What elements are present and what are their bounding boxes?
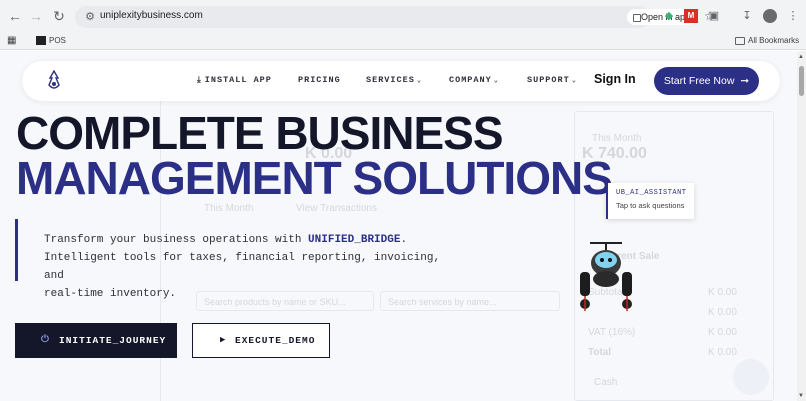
unified-bridge-highlight: UNIFIED_BRIDGE [308, 234, 401, 246]
scroll-down-icon[interactable]: ▼ [798, 393, 804, 399]
nav-support[interactable]: SUPPORT ⌄ [527, 75, 577, 85]
scroll-up-icon[interactable]: ▲ [798, 54, 804, 60]
profile-avatar[interactable] [763, 9, 777, 23]
nav-pricing[interactable]: PRICING [298, 75, 341, 85]
chevron-down-icon: ⌄ [416, 77, 423, 85]
sign-in-link[interactable]: Sign In [594, 72, 636, 86]
menu-kebab-icon[interactable]: ⋮ [786, 9, 800, 23]
extension-shield-icon[interactable]: ◆ [662, 9, 676, 23]
nav-install-app[interactable]: ⤓ INSTALL APP [197, 75, 272, 85]
ai-assistant-tooltip[interactable]: UB_AI_ASSISTANT Tap to ask questions [606, 183, 694, 219]
hero-title-line2: MANAGEMENT SOLUTIONS [16, 152, 613, 204]
chevron-down-icon: ⌄ [493, 77, 499, 85]
download-icon: ⤓ [197, 75, 202, 85]
page-scrollbar[interactable]: ▲ ▼ [797, 51, 806, 401]
bookmarks-bar: ▦ POS All Bookmarks [0, 33, 806, 50]
reload-icon[interactable]: ↻ [51, 8, 67, 24]
nav-services[interactable]: SERVICES ⌄ [366, 75, 422, 85]
download-icon[interactable]: ↧ [740, 9, 754, 23]
uniplexity-logo[interactable] [44, 70, 64, 92]
assistant-title: UB_AI_ASSISTANT [616, 189, 687, 197]
bookmark-pos[interactable]: POS [36, 35, 66, 47]
nav-company[interactable]: COMPANY ⌄ [449, 75, 499, 85]
chat-bubble-button[interactable] [733, 359, 769, 395]
forward-icon[interactable]: → [28, 8, 44, 24]
address-bar[interactable]: ⚙ uniplexitybusiness.com Open in app ☆ [75, 6, 715, 28]
url-text: uniplexitybusiness.com [100, 10, 203, 21]
scroll-thumb[interactable] [799, 66, 804, 96]
back-icon[interactable]: ← [7, 8, 23, 24]
chevron-down-icon: ⌄ [571, 77, 577, 85]
assistant-subtitle: Tap to ask questions [616, 201, 685, 210]
browser-toolbar: ← → ↻ ⚙ uniplexitybusiness.com Open in a… [0, 0, 806, 33]
site-settings-icon[interactable]: ⚙ [83, 10, 97, 24]
extensions-puzzle-icon[interactable]: ▣ [707, 9, 721, 23]
folder-icon [735, 36, 745, 45]
robot-assistant-icon[interactable] [576, 236, 638, 318]
page-viewport: This Month K 740.00 K 0.00 This Month Vi… [0, 51, 797, 401]
hero-description: Transform your business operations with … [15, 219, 455, 300]
play-icon: ▶ [220, 335, 227, 345]
all-bookmarks[interactable]: All Bookmarks [735, 35, 799, 47]
execute-demo-button[interactable]: ▶ EXECUTE_DEMO [192, 323, 330, 358]
pos-favicon-icon [36, 36, 46, 46]
site-navbar: ⤓ INSTALL APP PRICING SERVICES ⌄ COMPANY ⌄ … [22, 61, 780, 101]
start-free-now-button[interactable]: Start Free Now ➞ [654, 67, 759, 95]
extension-m-icon[interactable]: M [684, 9, 698, 23]
power-icon: ⏻ [41, 335, 50, 346]
arrow-right-icon: ➞ [740, 75, 750, 87]
apps-grid-icon[interactable]: ▦ [7, 35, 16, 47]
initiate-journey-button[interactable]: ⏻ INITIATE_JOURNEY [15, 323, 177, 358]
